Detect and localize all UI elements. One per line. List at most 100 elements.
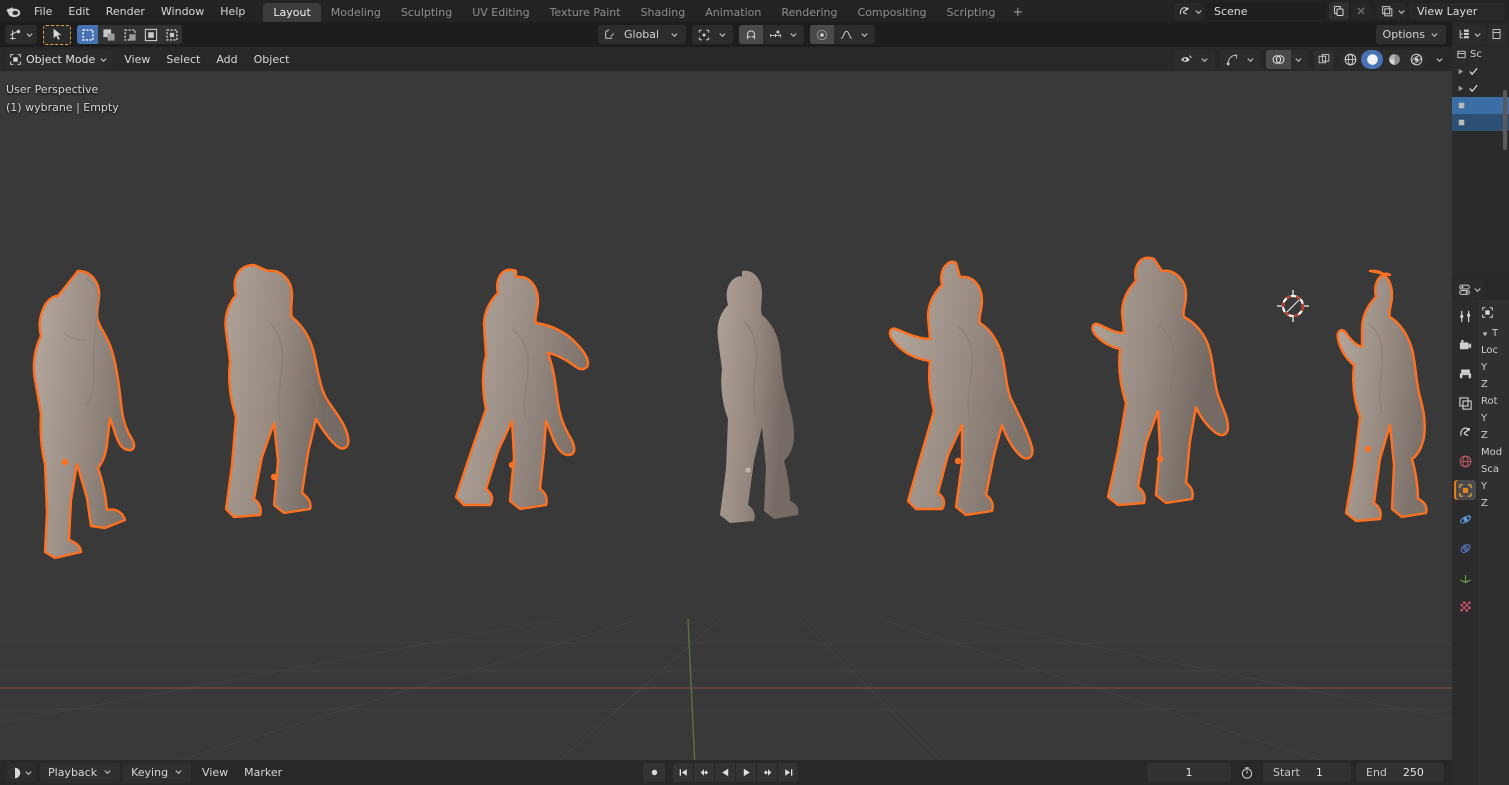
- end-frame-field[interactable]: End 250: [1356, 763, 1444, 782]
- properties-tab-texture[interactable]: [1454, 596, 1476, 616]
- editor-type-selector[interactable]: [5, 25, 37, 44]
- outliner-row[interactable]: [1452, 63, 1509, 80]
- transform-field-row[interactable]: Loc: [1478, 342, 1509, 359]
- properties-tab-constraints[interactable]: [1454, 567, 1476, 587]
- transport-play[interactable]: [736, 763, 756, 782]
- workspace-tab-rendering[interactable]: Rendering: [771, 3, 847, 22]
- properties-tab-object[interactable]: [1454, 480, 1476, 500]
- select-mode-select-subtract[interactable]: [119, 25, 140, 44]
- outliner-display-mode[interactable]: [1488, 24, 1506, 44]
- workspace-tab-shading[interactable]: Shading: [631, 3, 696, 22]
- 3d-viewport[interactable]: User Perspective (1) wybrane | Empty: [0, 71, 1452, 760]
- properties-editor-type-selector[interactable]: [1455, 279, 1485, 299]
- workspace-tab-uv-editing[interactable]: UV Editing: [462, 3, 539, 22]
- properties-tab-scene[interactable]: [1454, 422, 1476, 442]
- viewport-menu-select[interactable]: Select: [158, 49, 208, 69]
- workspace-tab-texture-paint[interactable]: Texture Paint: [540, 3, 631, 22]
- workspace-tab-compositing[interactable]: Compositing: [848, 3, 937, 22]
- outliner-row[interactable]: Sc: [1452, 46, 1509, 63]
- transform-field-row[interactable]: Z: [1478, 495, 1509, 512]
- properties-tab-view-layer[interactable]: [1454, 393, 1476, 413]
- timeline-menu-playback[interactable]: Playback: [40, 762, 121, 783]
- properties-tab-particles[interactable]: [1454, 538, 1476, 558]
- transform-field-row[interactable]: Y: [1478, 359, 1509, 376]
- transport-previous-keyframe[interactable]: [694, 763, 714, 782]
- options-button[interactable]: Options: [1375, 25, 1446, 44]
- outliner-tree[interactable]: Sc: [1452, 46, 1509, 278]
- outliner-row[interactable]: [1452, 80, 1509, 97]
- select-mode-select-intersect[interactable]: [161, 25, 182, 44]
- menu-edit[interactable]: Edit: [60, 1, 97, 21]
- select-mode-select-extend[interactable]: [98, 25, 119, 44]
- timeline-editor-type-selector[interactable]: [5, 763, 36, 782]
- properties-tab-tool[interactable]: [1454, 306, 1476, 326]
- workspace-tab-sculpting[interactable]: Sculpting: [391, 3, 462, 22]
- transform-panel-header[interactable]: T: [1478, 325, 1509, 342]
- start-frame-field[interactable]: Start 1: [1263, 763, 1351, 782]
- shading-mode-solid[interactable]: [1361, 49, 1383, 69]
- menu-file[interactable]: File: [26, 1, 60, 21]
- outliner-row[interactable]: [1452, 97, 1509, 114]
- shading-mode-rendered[interactable]: [1405, 50, 1427, 69]
- shading-mode-material[interactable]: [1383, 50, 1405, 69]
- properties-tab-output[interactable]: [1454, 364, 1476, 384]
- figure-3-hand-to-hair[interactable]: [454, 268, 590, 511]
- snapping-controls[interactable]: [739, 25, 805, 44]
- figure-1-long-hair-dress[interactable]: [32, 269, 136, 560]
- transport-jump-to-end[interactable]: [778, 763, 798, 782]
- transform-orientation-selector[interactable]: Global: [598, 25, 687, 44]
- xray-toggle[interactable]: [1314, 49, 1334, 69]
- workspace-tab-animation[interactable]: Animation: [695, 3, 771, 22]
- proportional-editing-controls[interactable]: [810, 25, 876, 44]
- outliner-editor-type-selector[interactable]: [1455, 24, 1485, 44]
- transform-field-row[interactable]: Z: [1478, 376, 1509, 393]
- transform-field-row[interactable]: Y: [1478, 410, 1509, 427]
- transform-field-row[interactable]: Rot: [1478, 393, 1509, 410]
- transform-field-row[interactable]: Sca: [1478, 461, 1509, 478]
- gizmo-selector[interactable]: [1220, 49, 1261, 69]
- transport-jump-to-start[interactable]: [673, 763, 693, 782]
- properties-tab-modifiers[interactable]: [1454, 509, 1476, 529]
- add-workspace-button[interactable]: +: [1005, 3, 1030, 22]
- workspace-tab-scripting[interactable]: Scripting: [936, 3, 1005, 22]
- overlays-icon[interactable]: [1266, 49, 1291, 69]
- transport-next-keyframe[interactable]: [757, 763, 777, 782]
- view-layer-selector[interactable]: [1377, 2, 1406, 20]
- transform-field-row[interactable]: Mod: [1478, 444, 1509, 461]
- viewport-menu-object[interactable]: Object: [246, 49, 298, 69]
- workspace-tab-modeling[interactable]: Modeling: [321, 3, 391, 22]
- transform-field-row[interactable]: Y: [1478, 478, 1509, 495]
- blender-logo-icon[interactable]: [0, 0, 26, 22]
- properties-tab-render[interactable]: [1454, 335, 1476, 355]
- workspace-tab-layout[interactable]: Layout: [263, 3, 321, 22]
- timeline-menu-keying[interactable]: Keying: [123, 762, 192, 783]
- figure-5-hand-on-hip[interactable]: [888, 260, 1034, 517]
- figure-7-arms-up[interactable]: [1336, 269, 1428, 523]
- current-frame-field[interactable]: 1: [1147, 763, 1231, 782]
- figure-4-side-profile[interactable]: [717, 270, 799, 523]
- shading-mode-wireframe[interactable]: [1339, 50, 1361, 69]
- new-scene-button[interactable]: [1329, 2, 1349, 20]
- object-visibility-selector[interactable]: [1174, 49, 1215, 69]
- outliner-scrollbar[interactable]: [1503, 90, 1507, 150]
- transport-play-reverse[interactable]: [715, 763, 735, 782]
- active-tool-cursor-select[interactable]: [43, 24, 71, 45]
- select-mode-select-invert[interactable]: [140, 25, 161, 44]
- overlays-selector[interactable]: [1266, 49, 1309, 69]
- properties-tab-world[interactable]: [1454, 451, 1476, 471]
- pivot-point-selector[interactable]: [692, 25, 734, 44]
- shading-options-chevron[interactable]: [1432, 55, 1446, 64]
- magnet-icon[interactable]: [739, 25, 764, 44]
- timeline-menu-view[interactable]: View: [194, 763, 236, 783]
- select-mode-select-box[interactable]: [77, 25, 98, 44]
- timer-icon[interactable]: [1236, 766, 1258, 780]
- view-layer-name-field[interactable]: View Layer: [1409, 2, 1505, 20]
- outliner-row[interactable]: [1452, 114, 1509, 131]
- scene-name-field[interactable]: Scene: [1206, 2, 1326, 20]
- remove-scene-button[interactable]: [1352, 2, 1370, 20]
- figure-2-coat-handbag[interactable]: [224, 263, 350, 519]
- figure-6-skirt-pose[interactable]: [1091, 256, 1230, 507]
- viewport-menu-view[interactable]: View: [116, 49, 158, 69]
- menu-window[interactable]: Window: [153, 1, 212, 21]
- transport-record[interactable]: [643, 763, 665, 782]
